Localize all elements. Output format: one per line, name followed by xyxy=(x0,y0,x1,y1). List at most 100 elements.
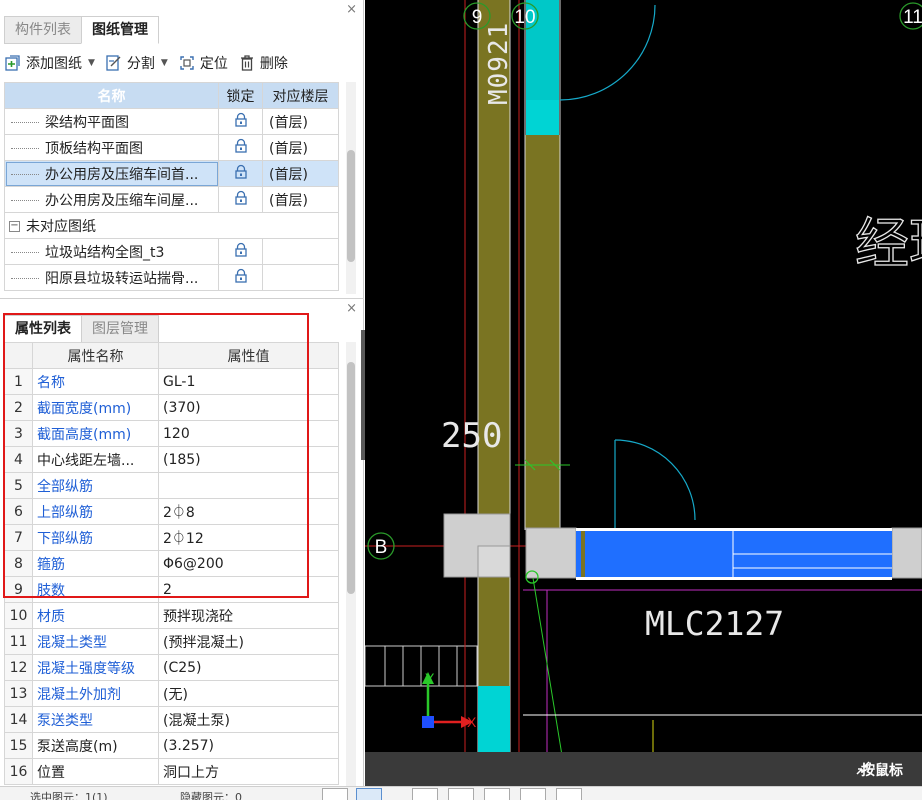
snap-toggle-button[interactable] xyxy=(322,788,348,800)
floor-cell[interactable]: (首层) xyxy=(262,160,339,187)
drawing-name-cell[interactable]: 梁结构平面图 xyxy=(4,108,219,135)
property-row[interactable]: 3 截面高度(mm) 120 xyxy=(4,420,339,447)
lock-cell[interactable] xyxy=(218,238,263,265)
property-value[interactable]: 2 xyxy=(158,576,339,603)
lock-cell[interactable] xyxy=(218,160,263,187)
table-row[interactable]: 办公用房及压缩车间屋... (首层) xyxy=(4,186,339,213)
property-table-scrollbar[interactable] xyxy=(346,342,356,786)
property-row[interactable]: 16 位置 洞口上方 xyxy=(4,758,339,785)
property-row[interactable]: 10 材质 预拌现浇砼 xyxy=(4,602,339,629)
tab-layer-management[interactable]: 图层管理 xyxy=(81,315,159,343)
property-row[interactable]: 13 混凝土外加剂 (无) xyxy=(4,680,339,707)
table-row[interactable]: 垃圾站结构全图_t3 xyxy=(4,238,339,265)
property-name: 截面高度(mm) xyxy=(32,420,159,447)
mouse-hint[interactable]: 按鼠标 xyxy=(855,760,903,780)
scrollbar-thumb[interactable] xyxy=(347,150,355,262)
split-button[interactable]: 分割 ▼ xyxy=(105,51,168,75)
property-value[interactable]: (3.257) xyxy=(158,732,339,759)
column-header-property-name[interactable]: 属性名称 xyxy=(32,342,159,369)
floor-cell[interactable]: (首层) xyxy=(262,134,339,161)
drawing-name-cell[interactable]: 办公用房及压缩车间屋... xyxy=(4,186,219,213)
property-value[interactable]: 预拌现浇砼 xyxy=(158,602,339,629)
property-value[interactable]: (185) xyxy=(158,446,339,473)
drawing-table-scrollbar[interactable] xyxy=(346,82,356,294)
property-row[interactable]: 2 截面宽度(mm) (370) xyxy=(4,394,339,421)
property-value[interactable] xyxy=(158,472,339,499)
drawing-name-cell[interactable]: 办公用房及压缩车间首... xyxy=(4,160,219,187)
lock-cell[interactable] xyxy=(218,186,263,213)
property-value[interactable]: Φ6@200 xyxy=(158,550,339,577)
lock-icon[interactable] xyxy=(233,138,249,158)
property-value[interactable]: (370) xyxy=(158,394,339,421)
property-value[interactable]: 2⏀8 xyxy=(158,498,339,525)
property-name: 混凝土强度等级 xyxy=(32,654,159,681)
table-row[interactable]: 梁结构平面图 (首层) xyxy=(4,108,339,135)
property-row[interactable]: 5 全部纵筋 xyxy=(4,472,339,499)
chevron-down-icon[interactable]: ▼ xyxy=(161,58,168,68)
table-row[interactable]: 顶板结构平面图 (首层) xyxy=(4,134,339,161)
chevron-down-icon[interactable]: ▼ xyxy=(88,58,95,68)
drawing-name-cell[interactable]: 垃圾站结构全图_t3 xyxy=(4,238,219,265)
property-row[interactable]: 15 泵送高度(m) (3.257) xyxy=(4,732,339,759)
property-value[interactable]: 2⏀12 xyxy=(158,524,339,551)
column-header-name[interactable]: 名称 xyxy=(4,82,219,109)
property-value[interactable]: (预拌混凝土) xyxy=(158,628,339,655)
floor-cell[interactable] xyxy=(262,264,339,291)
ortho-toggle-button[interactable] xyxy=(356,788,382,800)
lock-icon[interactable] xyxy=(233,112,249,132)
drawing-name-cell[interactable]: 顶板结构平面图 xyxy=(4,134,219,161)
property-row[interactable]: 11 混凝土类型 (预拌混凝土) xyxy=(4,628,339,655)
cad-canvas[interactable]: 9 10 11 B 9 10 M0921 250 MLC2127 经理 Y X … xyxy=(365,0,922,786)
lock-cell[interactable] xyxy=(218,134,263,161)
property-row[interactable]: 9 肢数 2 xyxy=(4,576,339,603)
property-index: 15 xyxy=(4,732,33,759)
property-row[interactable]: 7 下部纵筋 2⏀12 xyxy=(4,524,339,551)
lock-cell[interactable] xyxy=(218,264,263,291)
table-row[interactable]: 办公用房及压缩车间首... (首层) xyxy=(4,160,339,187)
group-row[interactable]: − 未对应图纸 xyxy=(4,212,339,239)
polar-toggle-button[interactable] xyxy=(412,788,438,800)
property-row[interactable]: 1 名称 GL-1 xyxy=(4,368,339,395)
lock-icon[interactable] xyxy=(233,190,249,210)
selected-count-label: 选中图元：1(1) xyxy=(30,791,108,800)
property-value[interactable]: 120 xyxy=(158,420,339,447)
property-row[interactable]: 4 中心线距左墙... (185) xyxy=(4,446,339,473)
tab-component-list[interactable]: 构件列表 xyxy=(4,16,82,44)
drawing-panel-tabs: 构件列表 图纸管理 xyxy=(4,16,159,44)
property-value[interactable]: 洞口上方 xyxy=(158,758,339,785)
lock-icon[interactable] xyxy=(233,268,249,288)
add-drawing-button[interactable]: 添加图纸 ▼ xyxy=(4,51,95,75)
locate-button[interactable]: 定位 xyxy=(178,51,228,75)
floor-cell[interactable]: (首层) xyxy=(262,186,339,213)
table-row[interactable]: 阳原县垃圾转运站揣骨... xyxy=(4,264,339,291)
property-panel-close-icon[interactable]: × xyxy=(346,302,357,315)
tab-drawing-management[interactable]: 图纸管理 xyxy=(81,16,159,44)
scrollbar-thumb[interactable] xyxy=(347,362,355,594)
tab-property-list[interactable]: 属性列表 xyxy=(4,315,82,343)
property-row[interactable]: 14 泵送类型 (混凝土泵) xyxy=(4,706,339,733)
property-row[interactable]: 6 上部纵筋 2⏀8 xyxy=(4,498,339,525)
property-value[interactable]: (混凝土泵) xyxy=(158,706,339,733)
dyn-toggle-button[interactable] xyxy=(520,788,546,800)
floor-cell[interactable]: (首层) xyxy=(262,108,339,135)
lock-icon[interactable] xyxy=(233,242,249,262)
column-header-lock[interactable]: 锁定 xyxy=(218,82,263,109)
lock-cell[interactable] xyxy=(218,108,263,135)
column-header-property-value[interactable]: 属性值 xyxy=(158,342,339,369)
group-cell[interactable]: − 未对应图纸 xyxy=(4,212,339,239)
property-value[interactable]: GL-1 xyxy=(158,368,339,395)
property-row[interactable]: 12 混凝土强度等级 (C25) xyxy=(4,654,339,681)
otrack-toggle-button[interactable] xyxy=(484,788,510,800)
property-value[interactable]: (C25) xyxy=(158,654,339,681)
drawing-panel-close-icon[interactable]: × xyxy=(346,3,357,16)
floor-cell[interactable] xyxy=(262,238,339,265)
lock-icon[interactable] xyxy=(233,164,249,184)
collapse-icon[interactable]: − xyxy=(9,221,20,232)
lineweight-toggle-button[interactable] xyxy=(556,788,582,800)
property-row[interactable]: 8 箍筋 Φ6@200 xyxy=(4,550,339,577)
drawing-name-cell[interactable]: 阳原县垃圾转运站揣骨... xyxy=(4,264,219,291)
osnap-toggle-button[interactable] xyxy=(448,788,474,800)
column-header-floor[interactable]: 对应楼层 xyxy=(262,82,339,109)
delete-button[interactable]: 删除 xyxy=(238,51,288,75)
property-value[interactable]: (无) xyxy=(158,680,339,707)
